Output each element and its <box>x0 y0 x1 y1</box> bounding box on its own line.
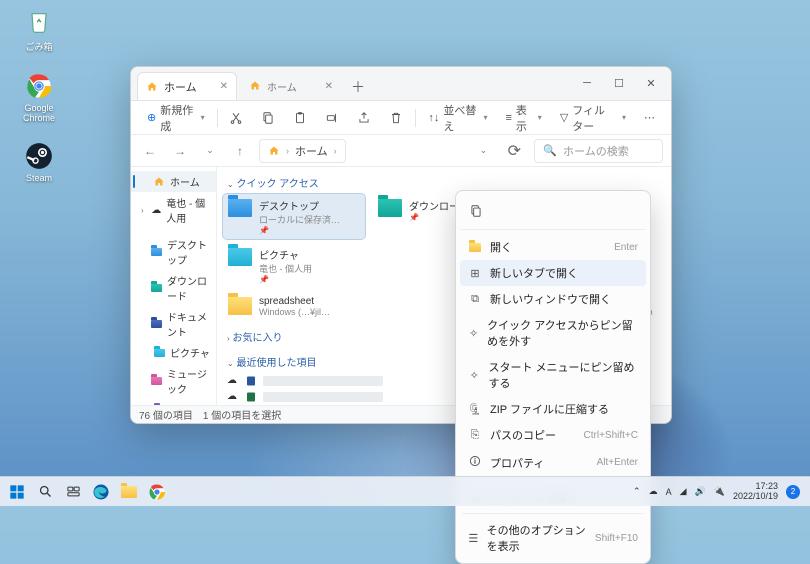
ctx-copy-path[interactable]: ⎘パスのコピーCtrl+Shift+C <box>460 422 646 448</box>
recent-locations-chevron[interactable]: ⌄ <box>199 140 221 162</box>
sort-button[interactable]: ↑↓ 並べ替え <box>422 98 493 138</box>
view-button[interactable]: ≡ 表示 <box>499 98 547 138</box>
sidebar: ホーム ›☁竜也 - 個人用 デスクトップ ダウンロード ドキュメント ピクチャ… <box>131 167 217 405</box>
taskbar: ⌃ ☁ A ◢ 🔊 🔌 17:23 2022/10/19 2 <box>0 476 810 506</box>
notifications-badge[interactable]: 2 <box>786 485 800 499</box>
taskbar-chrome[interactable] <box>144 479 170 505</box>
sidebar-music[interactable]: ミュージック <box>131 363 216 399</box>
taskbar-edge[interactable] <box>88 479 114 505</box>
tab-label: ホーム <box>267 79 297 94</box>
refresh-button[interactable]: ⟳ <box>502 141 526 161</box>
tab-label: ホーム <box>164 79 197 95</box>
minimize-button[interactable]: ─ <box>571 71 603 95</box>
desktop-icon-chrome[interactable]: Google Chrome <box>12 71 66 123</box>
search-icon: 🔍 <box>543 144 557 157</box>
back-button[interactable]: ← <box>139 140 161 162</box>
tab-bar: ホーム ✕ ホーム ✕ ＋ ─ ☐ ✕ <box>131 67 671 101</box>
sidebar-downloads[interactable]: ダウンロード <box>131 270 216 306</box>
tile-pictures[interactable]: ピクチャ竜也 - 個人用📌 <box>223 243 365 288</box>
task-view-button[interactable] <box>60 479 86 505</box>
paste-icon[interactable] <box>287 107 313 129</box>
home-icon <box>268 145 280 157</box>
toolbar: ⊕ 新規作成 ↑↓ 並べ替え ≡ 表示 ▽ フィルター ⋯ <box>131 101 671 135</box>
search-button[interactable] <box>32 479 58 505</box>
nav-row: ← → ⌄ ↑ › ホーム › ⌄ ⟳ 🔍 ホームの検索 <box>131 135 671 167</box>
sidebar-pictures[interactable]: ピクチャ <box>131 342 216 363</box>
forward-button[interactable]: → <box>169 140 191 162</box>
up-button[interactable]: ↑ <box>229 140 251 162</box>
start-button[interactable] <box>4 479 30 505</box>
sidebar-home[interactable]: ホーム <box>131 171 216 192</box>
share-icon[interactable] <box>351 107 377 129</box>
sidebar-personal[interactable]: ›☁竜也 - 個人用 <box>131 192 216 228</box>
tray-wifi-icon[interactable]: ◢ <box>680 486 687 497</box>
sidebar-desktop[interactable]: デスクトップ <box>131 234 216 270</box>
ctx-open[interactable]: 開くEnter <box>460 234 646 260</box>
desktop-icon-label: Steam <box>26 173 52 183</box>
ctx-show-more[interactable]: ☰その他のオプションを表示Shift+F10 <box>460 517 646 559</box>
tray-cloud-icon[interactable]: ☁ <box>649 486 658 497</box>
tab-home-inactive[interactable]: ホーム ✕ <box>241 72 341 100</box>
context-menu: 開くEnter ⊞新しいタブで開く ⧉新しいウィンドウで開く ✧クイック アクセ… <box>455 190 651 564</box>
sidebar-documents[interactable]: ドキュメント <box>131 306 216 342</box>
ctx-pin-start[interactable]: ✧スタート メニューにピン留めする <box>460 354 646 396</box>
dropdown-chevron[interactable]: ⌄ <box>472 140 494 162</box>
new-tab-button[interactable]: ＋ <box>345 74 371 100</box>
home-icon <box>146 81 158 93</box>
status-count: 76 個の項目 <box>139 407 193 422</box>
new-button[interactable]: ⊕ 新規作成 <box>141 98 211 138</box>
tile-desktop[interactable]: デスクトップローカルに保存済…📌 <box>223 194 365 239</box>
copy-icon[interactable] <box>255 107 281 129</box>
close-button[interactable]: ✕ <box>635 71 667 95</box>
status-selected: 1 個の項目を選択 <box>203 407 281 422</box>
ctx-open-new-window[interactable]: ⧉新しいウィンドウで開く <box>460 286 646 312</box>
taskbar-explorer[interactable] <box>116 479 142 505</box>
search-input[interactable]: 🔍 ホームの検索 <box>534 139 663 163</box>
ctx-compress-zip[interactable]: 🗜ZIP ファイルに圧縮する <box>460 396 646 422</box>
clock[interactable]: 17:23 2022/10/19 <box>733 482 778 502</box>
tile-spreadsheet[interactable]: spreadsheetWindows (…¥jil… <box>223 292 365 321</box>
desktop-icon-label: Google Chrome <box>12 103 66 123</box>
home-icon <box>249 80 261 92</box>
ctx-open-new-tab[interactable]: ⊞新しいタブで開く <box>460 260 646 286</box>
tray-battery-icon[interactable]: 🔌 <box>714 486 725 497</box>
desktop-icon-recycle[interactable]: ごみ箱 <box>12 8 66 53</box>
sidebar-videos[interactable]: ビデオ <box>131 399 216 405</box>
tray-chevron-icon[interactable]: ⌃ <box>633 486 641 497</box>
rename-icon[interactable] <box>319 107 345 129</box>
more-button[interactable]: ⋯ <box>638 107 661 128</box>
cut-icon[interactable] <box>223 107 249 129</box>
delete-icon[interactable] <box>383 107 409 129</box>
tray-ime-icon[interactable]: A <box>666 487 672 497</box>
close-tab-icon[interactable]: ✕ <box>220 81 228 92</box>
copy-icon[interactable] <box>464 199 488 223</box>
desktop-icon-steam[interactable]: Steam <box>12 141 66 183</box>
breadcrumb[interactable]: › ホーム › <box>259 139 346 163</box>
maximize-button[interactable]: ☐ <box>603 71 635 95</box>
tab-home-active[interactable]: ホーム ✕ <box>137 72 237 100</box>
filter-button[interactable]: ▽ フィルター <box>554 98 632 138</box>
desktop-icon-label: ごみ箱 <box>25 40 52 53</box>
tray-volume-icon[interactable]: 🔊 <box>695 486 706 497</box>
ctx-properties[interactable]: 🛈プロパティAlt+Enter <box>460 448 646 477</box>
system-tray[interactable]: ⌃ ☁ A ◢ 🔊 🔌 17:23 2022/10/19 2 <box>633 482 806 502</box>
ctx-unpin[interactable]: ✧クイック アクセスからピン留めを外す <box>460 312 646 354</box>
close-tab-icon[interactable]: ✕ <box>325 81 333 92</box>
